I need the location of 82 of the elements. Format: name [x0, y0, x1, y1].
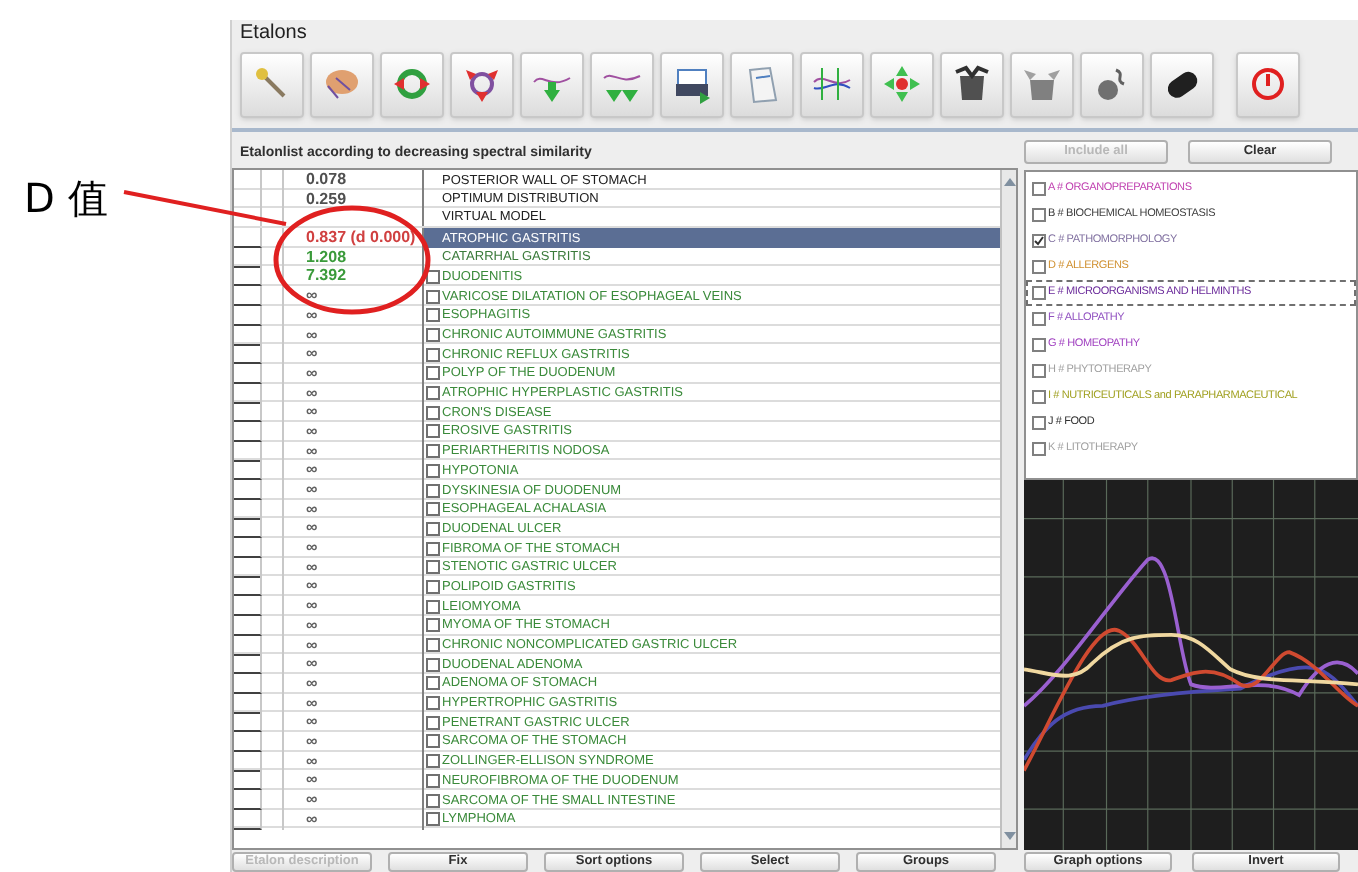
value-cell: ∞ — [306, 693, 318, 712]
checkbox[interactable] — [426, 638, 440, 652]
scroll-bar[interactable] — [1000, 170, 1016, 848]
value-cell: ∞ — [306, 344, 318, 363]
checkbox[interactable] — [426, 289, 440, 304]
checkbox[interactable] — [426, 734, 440, 749]
value-cell: 0.259 — [306, 189, 347, 208]
checkbox[interactable] — [1032, 234, 1046, 248]
value-cell: ∞ — [306, 596, 318, 615]
checkbox[interactable] — [426, 657, 440, 672]
checkbox[interactable] — [426, 676, 440, 691]
value-cell: ∞ — [306, 480, 318, 498]
checkbox[interactable] — [1032, 416, 1046, 430]
value-cell: ∞ — [306, 731, 318, 750]
checkbox[interactable] — [426, 366, 440, 381]
checkbox[interactable] — [426, 463, 440, 478]
cross-arrows-icon — [880, 62, 924, 106]
checkbox[interactable] — [426, 618, 440, 633]
checkbox[interactable] — [426, 308, 440, 323]
checkbox[interactable] — [426, 502, 440, 517]
value-cell: ∞ — [306, 538, 318, 557]
annotation-label: D 值 — [24, 174, 108, 222]
checkbox[interactable] — [426, 541, 440, 556]
checkbox[interactable] — [426, 579, 440, 594]
value-cell: ∞ — [306, 673, 318, 692]
toolbar-button[interactable] — [660, 51, 724, 117]
checkbox[interactable] — [1032, 208, 1046, 222]
value-cell: ∞ — [306, 615, 318, 634]
checkbox[interactable] — [426, 715, 440, 730]
checkbox[interactable] — [426, 754, 440, 769]
value-cell: ∞ — [306, 499, 318, 518]
graph-lines-icon — [810, 62, 854, 106]
checkbox[interactable] — [1032, 260, 1046, 274]
checkbox[interactable] — [1032, 286, 1046, 300]
value-cell: 0.837 (d 0.000) — [306, 228, 416, 247]
value-cell: ∞ — [306, 305, 318, 324]
power-icon — [1246, 62, 1290, 106]
checkbox[interactable] — [426, 812, 440, 827]
value-cell: ∞ — [306, 421, 318, 440]
value-cell: 1.208 — [306, 247, 347, 266]
checkbox[interactable] — [426, 328, 440, 342]
value-cell: ∞ — [306, 383, 318, 402]
value-cell: ∞ — [306, 809, 318, 828]
value-cell: ∞ — [306, 770, 318, 789]
checkbox[interactable] — [426, 599, 440, 614]
bucket-icon — [950, 62, 994, 106]
value-cell: ∞ — [306, 635, 318, 653]
value-cell: ∞ — [306, 518, 318, 537]
checkbox[interactable] — [426, 405, 440, 420]
checkbox[interactable] — [426, 793, 440, 807]
value-cell: ∞ — [306, 557, 318, 576]
value-cell: ∞ — [306, 325, 318, 343]
toolbar-button[interactable] — [1150, 51, 1214, 117]
checkbox[interactable] — [1032, 364, 1046, 378]
checkbox[interactable] — [426, 444, 440, 459]
checkbox[interactable] — [426, 424, 440, 439]
value-cell: ∞ — [306, 654, 318, 673]
checkbox[interactable] — [426, 347, 440, 362]
checkbox[interactable] — [426, 696, 440, 711]
checkbox[interactable] — [426, 773, 440, 788]
value-cell: ∞ — [306, 790, 318, 808]
value-cell: ∞ — [306, 363, 318, 382]
window-title: Etalons — [238, 20, 309, 48]
checkbox[interactable] — [426, 521, 440, 536]
checkbox[interactable] — [1032, 312, 1046, 326]
value-cell: ∞ — [306, 286, 318, 305]
value-cell: ∞ — [306, 460, 318, 479]
value-cell: ∞ — [306, 441, 318, 460]
checkbox[interactable] — [1032, 442, 1046, 456]
value-cell: 7.392 — [306, 266, 347, 285]
checkbox[interactable] — [1032, 390, 1046, 404]
value-cell: 0.078 — [306, 170, 347, 188]
checkbox[interactable] — [426, 560, 440, 575]
toolbar-button[interactable] — [940, 51, 1004, 117]
value-cell: ∞ — [306, 576, 318, 595]
checkbox[interactable] — [1032, 338, 1046, 352]
checkbox[interactable] — [1032, 182, 1046, 196]
value-cell: ∞ — [306, 402, 318, 421]
checkbox[interactable] — [426, 483, 440, 497]
value-cell: ∞ — [306, 712, 318, 731]
value-cell: ∞ — [306, 751, 318, 770]
checkbox[interactable] — [426, 386, 440, 401]
